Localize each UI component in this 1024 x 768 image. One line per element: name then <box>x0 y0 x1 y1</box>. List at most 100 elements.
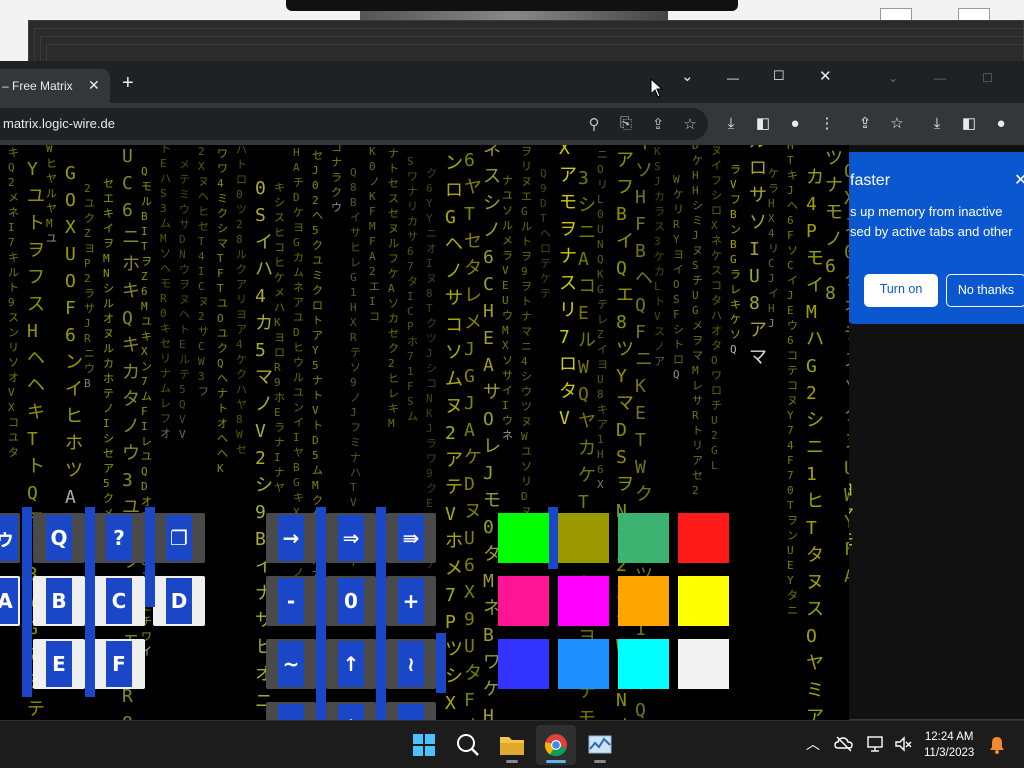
color-swatch[interactable] <box>618 513 669 563</box>
matrix-glyph: I <box>274 451 281 464</box>
matrix-glyph: X <box>768 212 775 225</box>
cloud-offline-icon[interactable] <box>834 735 854 753</box>
matrix-glyph: 2 <box>84 182 91 195</box>
matrix-glyph: 7 <box>787 469 794 482</box>
install-app-icon[interactable]: ⎘ <box>617 115 635 132</box>
tab-free-matrix[interactable]: – Free Matrix ✕ <box>0 69 110 103</box>
matrix-glyph: ヒ <box>806 491 824 512</box>
matrix-glyph: ケ <box>293 206 304 219</box>
matrix-glyph: 8 <box>825 283 836 304</box>
matrix-glyph: サ <box>407 230 418 243</box>
share-icon[interactable]: ⇪ <box>856 115 874 133</box>
matrix-glyph: 9 <box>274 376 281 389</box>
address-bar[interactable]: matrix.logic-wire.de ⚲ ⎘ ⇪ ☆ <box>0 108 708 140</box>
color-swatch[interactable] <box>498 513 549 563</box>
matrix-glyph: セ <box>236 443 247 456</box>
matrix-glyph: ニ <box>806 437 824 458</box>
color-swatch[interactable] <box>678 639 729 689</box>
share-icon[interactable]: ⇪ <box>649 115 667 133</box>
color-swatch[interactable] <box>498 639 549 689</box>
taskbar-search-button[interactable] <box>448 725 488 765</box>
download-icon[interactable]: ⤓ <box>722 115 740 133</box>
popup-close-button[interactable]: ✕ <box>1014 170 1024 190</box>
tab-title: – Free Matrix <box>2 79 73 93</box>
maximize-button[interactable]: ☐ <box>773 68 785 84</box>
matrix-glyph: E <box>578 303 589 324</box>
no-thanks-button[interactable]: No thanks <box>946 274 1024 307</box>
side-panel-icon[interactable]: ◧ <box>960 115 978 133</box>
color-swatch[interactable] <box>498 576 549 626</box>
matrix-glyph: ヘ <box>179 308 190 321</box>
color-swatch[interactable] <box>558 513 609 563</box>
matrix-glyph: モ <box>825 202 843 223</box>
task-manager-button[interactable] <box>580 725 620 765</box>
matrix-glyph: タ <box>844 269 849 290</box>
minimize-button[interactable]: — <box>727 71 739 85</box>
matrix-glyph: ヌ <box>521 175 532 188</box>
matrix-glyph: K <box>635 376 646 397</box>
matrix-glyph: ヒ <box>293 341 304 354</box>
bookmark-star-icon[interactable]: ☆ <box>681 115 699 133</box>
matrix-glyph: フ <box>730 193 741 206</box>
clock[interactable]: 12:24 AM 11/3/2023 <box>924 729 974 761</box>
matrix-glyph: ン <box>787 529 798 542</box>
color-swatch[interactable] <box>618 576 669 626</box>
matrix-glyph: F <box>787 229 794 242</box>
notification-bell-icon[interactable] <box>988 735 1006 755</box>
download-icon[interactable]: ⤓ <box>928 115 946 133</box>
matrix-glyph: S <box>407 395 414 408</box>
matrix-glyph: ヘ <box>198 190 209 203</box>
url-text[interactable]: matrix.logic-wire.de <box>3 116 115 131</box>
matrix-glyph: B <box>255 529 266 550</box>
side-panel-icon[interactable]: ◧ <box>754 115 772 133</box>
matrix-page: レキQ2メネI7キルト9スンリソオVXコユタYユトヲフスHヘヘキTトQラト3ムG… <box>0 145 849 720</box>
matrix-glyph: ケ <box>730 313 741 326</box>
matrix-glyph: Q <box>141 165 148 178</box>
matrix-glyph: チ <box>844 323 849 344</box>
matrix-glyph: ト <box>217 402 228 415</box>
matrix-glyph: コ <box>274 241 285 254</box>
tab-search-button[interactable]: ⌄ <box>681 67 694 85</box>
matrix-glyph: ホ <box>103 372 114 385</box>
close-window-button[interactable]: ✕ <box>819 67 832 85</box>
matrix-glyph: ソ <box>388 297 399 310</box>
matrix-glyph: ク <box>217 207 228 220</box>
volume-muted-icon[interactable] <box>894 735 914 753</box>
matrix-glyph: M <box>141 300 148 313</box>
maximize-icon[interactable]: ☐ <box>982 71 993 85</box>
matrix-glyph: U <box>844 458 849 479</box>
matrix-glyph: ユ <box>46 232 57 245</box>
matrix-glyph: D <box>464 474 475 495</box>
profile-icon[interactable]: ● <box>786 115 804 133</box>
profile-icon[interactable]: ● <box>992 115 1010 133</box>
chevron-down-icon[interactable]: ⌄ <box>888 71 898 85</box>
matrix-glyph: 0 <box>787 484 794 497</box>
matrix-glyph: D <box>692 145 699 152</box>
matrix-glyph: Q <box>730 343 737 356</box>
color-swatch[interactable] <box>678 513 729 563</box>
matrix-glyph: ス <box>844 215 849 236</box>
bookmark-star-icon[interactable]: ☆ <box>888 115 906 133</box>
color-swatch[interactable] <box>558 576 609 626</box>
matrix-glyph: ノ <box>445 261 463 282</box>
tab-close-button[interactable]: ✕ <box>88 77 100 94</box>
matrix-glyph: ヘ <box>27 348 45 369</box>
minimize-icon[interactable]: — <box>934 71 946 85</box>
start-button[interactable] <box>404 725 444 765</box>
color-swatch[interactable] <box>618 639 669 689</box>
show-hidden-icons-button[interactable]: ︿ <box>806 734 820 754</box>
color-swatch[interactable] <box>558 639 609 689</box>
turn-on-button[interactable]: Turn on <box>864 274 938 307</box>
search-icon[interactable]: ⚲ <box>585 115 603 133</box>
color-swatch[interactable] <box>678 576 729 626</box>
network-icon[interactable] <box>866 735 886 753</box>
matrix-glyph: イ <box>673 263 684 276</box>
matrix-glyph: ス <box>388 192 399 205</box>
chrome-taskbar-button[interactable] <box>536 725 576 765</box>
matrix-glyph: J <box>483 463 494 484</box>
matrix-glyph: H <box>483 301 494 322</box>
matrix-glyph: Q <box>179 398 186 411</box>
file-explorer-button[interactable] <box>492 725 532 765</box>
menu-icon[interactable]: ⋮ <box>818 115 836 133</box>
new-tab-button[interactable]: + <box>122 73 134 93</box>
